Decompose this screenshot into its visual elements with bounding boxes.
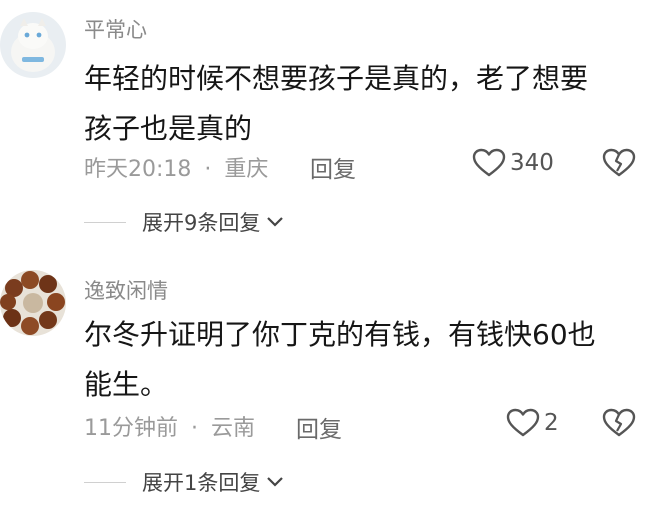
meta-separator: · [191,416,198,441]
username[interactable]: 逸致闲情 [84,275,168,305]
like-count: 340 [510,150,554,176]
comment-text-line: 年轻的时候不想要孩子是真的，老了想要 [84,62,589,95]
like-button[interactable]: 2 [506,408,559,438]
reply-button[interactable]: 回复 [296,410,342,444]
expand-replies-label: 展开1条回复 [142,471,261,495]
heart-icon [506,408,540,437]
username[interactable]: 平常心 [84,14,147,44]
avatar[interactable] [0,12,66,78]
expand-replies-label: 展开9条回复 [142,211,261,235]
comment-text-line: 孩子也是真的 [84,112,253,145]
comment-time: 昨天20:18 [84,157,192,182]
broken-heart-icon [602,408,636,437]
meta-separator: · [204,157,212,182]
expand-replies-button[interactable]: 展开1条回复 [84,467,284,497]
comment-location: 重庆 [224,157,269,182]
dislike-button[interactable] [602,408,636,442]
expand-replies-button[interactable]: 展开9条回复 [84,207,284,237]
chevron-down-icon [267,477,284,487]
comment-text: 年轻的时候不想要孩子是真的，老了想要 孩子也是真的 [84,54,644,154]
comment-meta: 11分钟前 · 云南 [84,410,255,442]
comment-text: 尔冬升证明了你丁克的有钱，有钱快60也 能生。 [84,310,644,410]
chevron-down-icon [267,217,284,227]
comment-text-line: 能生。 [84,368,169,401]
comment-time: 11分钟前 [84,416,178,441]
like-button[interactable]: 340 [472,148,554,178]
dislike-button[interactable] [602,148,636,182]
comment-location: 云南 [211,416,256,441]
reply-button[interactable]: 回复 [310,150,356,184]
divider [84,221,126,223]
like-count: 2 [544,410,559,436]
divider [84,481,126,483]
comment-text-line: 尔冬升证明了你丁克的有钱，有钱快60也 [84,318,596,351]
comment-meta: 昨天20:18 · 重庆 [84,151,268,183]
broken-heart-icon [602,148,636,177]
heart-icon [472,148,506,177]
avatar[interactable] [0,270,66,336]
